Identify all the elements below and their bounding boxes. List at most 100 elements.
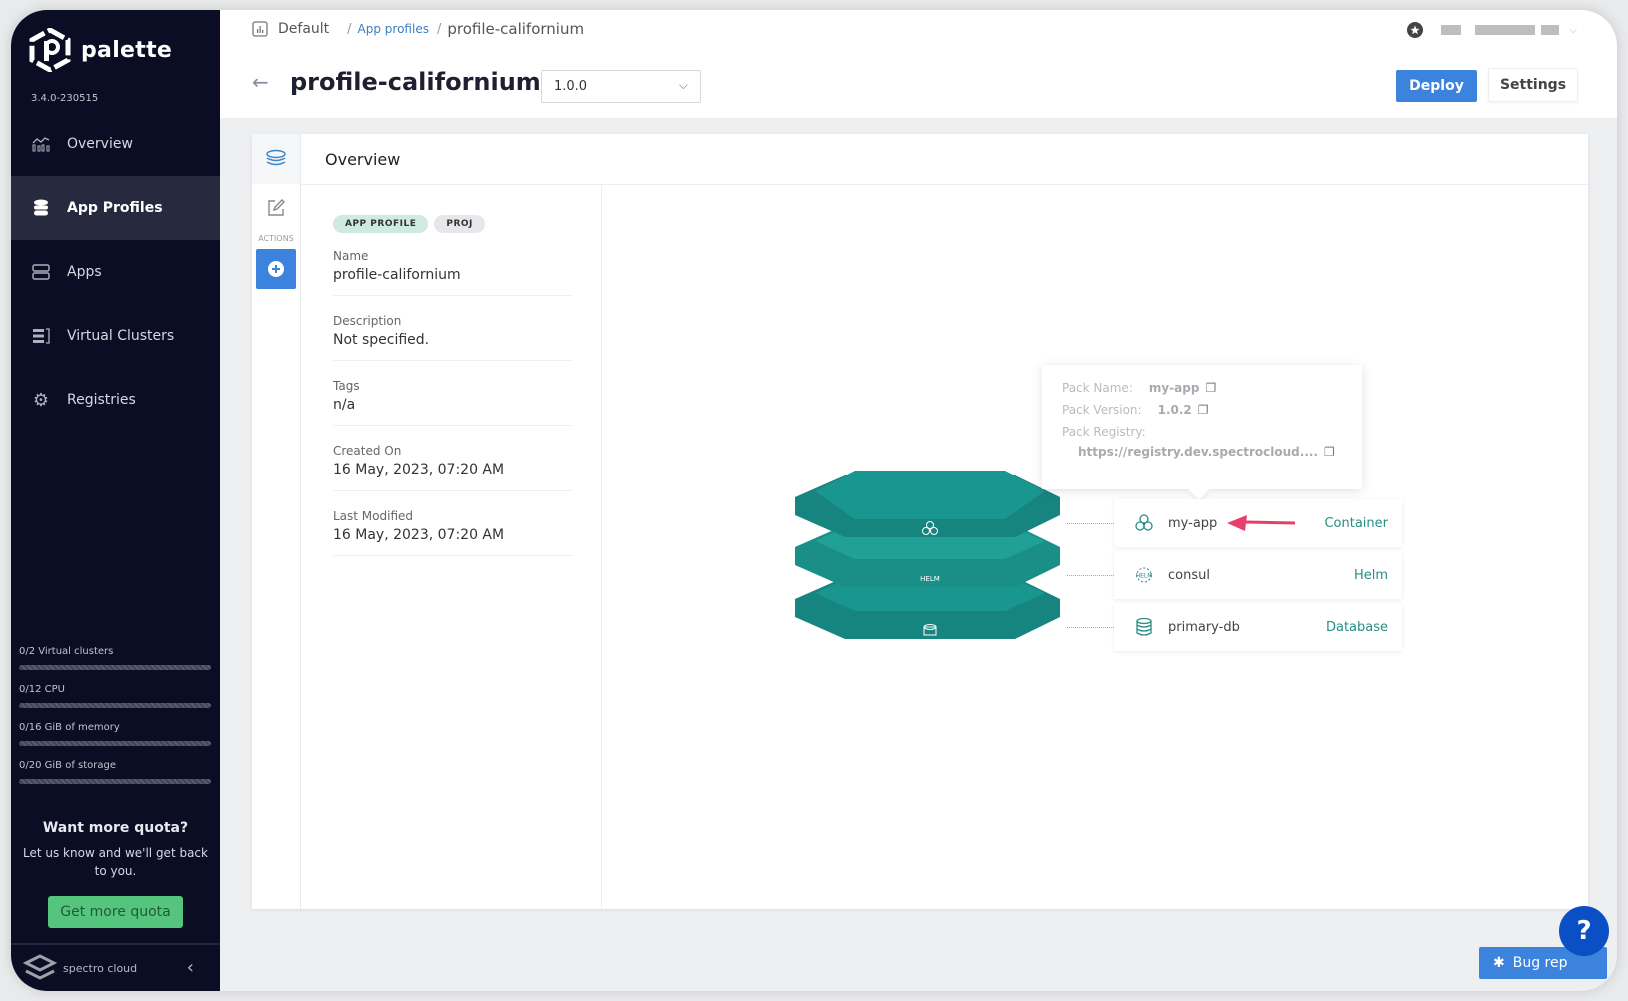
quota-bar — [19, 703, 211, 708]
field-value: 16 May, 2023, 07:20 AM — [333, 462, 505, 478]
panel-title: Overview — [301, 134, 1588, 185]
quota-memory: 0/16 GiB of memory — [19, 722, 211, 746]
connector-line — [1067, 624, 1122, 631]
sidebar-item-registries[interactable]: ⚙ Registries — [11, 368, 220, 432]
field-label: Description — [333, 314, 402, 328]
arrow-annotation-icon — [1227, 515, 1296, 531]
app-window: palette 3.4.0-230515 Overview App Profil… — [11, 10, 1617, 991]
deploy-button[interactable]: Deploy — [1396, 70, 1477, 102]
field-label: Last Modified — [333, 509, 414, 523]
collapse-sidebar-button[interactable]: ‹ — [187, 957, 194, 978]
brand-name: palette — [81, 37, 173, 63]
field-label: Tags — [333, 379, 360, 393]
quota-label: 0/20 GiB of storage — [19, 760, 117, 771]
quota-promo: Want more quota? Let us know and we'll g… — [11, 820, 220, 928]
layer-type: Database — [1325, 619, 1388, 635]
sidebar-item-apps[interactable]: Apps — [11, 240, 220, 304]
svg-text:HELM: HELM — [1136, 573, 1153, 580]
pack-registry-value: https://registry.dev.spectrocloud.... — [1078, 445, 1318, 459]
sidebar-item-app-profiles[interactable]: App Profiles — [11, 176, 220, 240]
pack-version-value: 1.0.2 — [1157, 403, 1192, 417]
stack-layer-container[interactable] — [795, 471, 1060, 537]
profile-details: APP PROFILE PROJ Name profile-californiu… — [301, 185, 602, 909]
actions-label: ACTIONS — [258, 234, 294, 243]
pack-version-label: Pack Version: — [1062, 403, 1142, 417]
field-created-on: Created On 16 May, 2023, 07:20 AM — [333, 426, 573, 491]
breadcrumb: Default / App profiles / profile-califor… — [252, 20, 584, 38]
pack-registry-value-row: https://registry.dev.spectrocloud.... ❐ — [1062, 445, 1342, 459]
get-more-quota-button[interactable]: Get more quota — [48, 896, 183, 928]
field-last-modified: Last Modified 16 May, 2023, 07:20 AM — [333, 491, 573, 556]
user-area: ⌵ — [1407, 22, 1577, 38]
gear-icon: ⚙ — [32, 389, 50, 411]
layer-type: Container — [1324, 515, 1388, 531]
layer-row-my-app[interactable]: my-app Container — [1114, 499, 1402, 547]
version-select[interactable]: 1.0.0 ⌵ — [541, 70, 701, 103]
sidebar-item-label: Registries — [67, 392, 136, 408]
pack-info-popover: Pack Name: my-app ❐ Pack Version: 1.0.2 … — [1042, 365, 1362, 489]
breadcrumb-current: profile-californium — [447, 20, 585, 38]
chart-icon — [31, 134, 51, 154]
sidebar: palette 3.4.0-230515 Overview App Profil… — [11, 10, 220, 991]
layer-type: Helm — [1353, 567, 1388, 583]
footer-brand: spectro cloud — [63, 961, 138, 975]
sidebar-item-label: Overview — [67, 136, 133, 152]
bug-report-label: Bug rep — [1512, 955, 1568, 971]
pack-name-value: my-app — [1148, 381, 1200, 395]
layer-name: consul — [1168, 567, 1210, 583]
layer-row-consul[interactable]: HELM consul Helm — [1114, 551, 1402, 599]
version-selected: 1.0.0 — [554, 79, 588, 94]
quota-virtual-clusters: 0/2 Virtual clusters — [19, 646, 211, 670]
chip-group: APP PROFILE PROJ — [333, 215, 601, 233]
sidebar-item-label: Virtual Clusters — [67, 328, 175, 344]
settings-button[interactable]: Settings — [1488, 68, 1578, 102]
breadcrumb-separator: / — [347, 21, 352, 37]
sidebar-item-overview[interactable]: Overview — [11, 112, 220, 176]
chip-scope: PROJ — [434, 215, 485, 233]
field-label: Created On — [333, 444, 402, 458]
sidebar-item-label: App Profiles — [67, 200, 163, 216]
database-icon — [1134, 617, 1156, 637]
pack-name-row: Pack Name: my-app ❐ — [1062, 381, 1342, 395]
copy-icon[interactable]: ❐ — [1198, 403, 1209, 417]
logo[interactable]: palette — [29, 28, 172, 72]
quota-label: 0/2 Virtual clusters — [19, 646, 114, 657]
chevron-down-icon: ⌵ — [1569, 24, 1577, 36]
plus-circle-icon — [268, 261, 284, 277]
copy-icon[interactable]: ❐ — [1205, 381, 1216, 395]
palette-logo-icon — [29, 28, 71, 72]
page-title: profile-californium — [290, 68, 541, 96]
quota-bar — [19, 741, 211, 746]
star-icon[interactable] — [1407, 22, 1424, 38]
app-version: 3.4.0-230515 — [31, 93, 99, 104]
breadcrumb-app-profiles-link[interactable]: App profiles — [358, 22, 429, 36]
field-value: Not specified. — [333, 332, 430, 348]
layer-diagram: HELM Pack Name: my-app ❐ Pack Version: 1… — [602, 185, 1588, 909]
layer-row-primary-db[interactable]: primary-db Database — [1114, 603, 1402, 651]
cluster-icon — [31, 326, 51, 346]
edit-icon — [268, 199, 285, 216]
sidebar-item-virtual-clusters[interactable]: Virtual Clusters — [11, 304, 220, 368]
breadcrumb-separator: / — [436, 21, 442, 37]
pack-registry-label: Pack Registry: — [1062, 425, 1146, 439]
action-rail: ACTIONS — [252, 134, 301, 909]
copy-icon[interactable]: ❐ — [1324, 445, 1335, 459]
user-menu[interactable]: ⌵ — [1441, 24, 1577, 36]
layers-tab[interactable] — [252, 134, 300, 184]
add-layer-button[interactable] — [256, 249, 296, 289]
layer-stack-illustration: HELM — [795, 471, 1060, 639]
quota-cpu: 0/12 CPU — [19, 684, 211, 708]
layer-name: my-app — [1168, 515, 1218, 531]
connector-line — [1067, 572, 1122, 579]
pack-version-row: Pack Version: 1.0.2 ❐ — [1062, 403, 1342, 417]
stack-icon — [31, 198, 51, 218]
quota-label: 0/12 CPU — [19, 684, 65, 695]
profile-panel: ACTIONS Overview APP PROFILE PROJ Name p… — [252, 134, 1588, 909]
edit-button[interactable] — [252, 184, 300, 232]
breadcrumb-scope[interactable]: Default — [278, 21, 329, 37]
pack-registry-row: Pack Registry: — [1062, 425, 1342, 439]
back-arrow-icon[interactable]: ← — [252, 70, 269, 94]
bug-icon: ✱ — [1493, 955, 1505, 971]
field-value: n/a — [333, 397, 356, 413]
help-button[interactable]: ? — [1559, 906, 1609, 956]
